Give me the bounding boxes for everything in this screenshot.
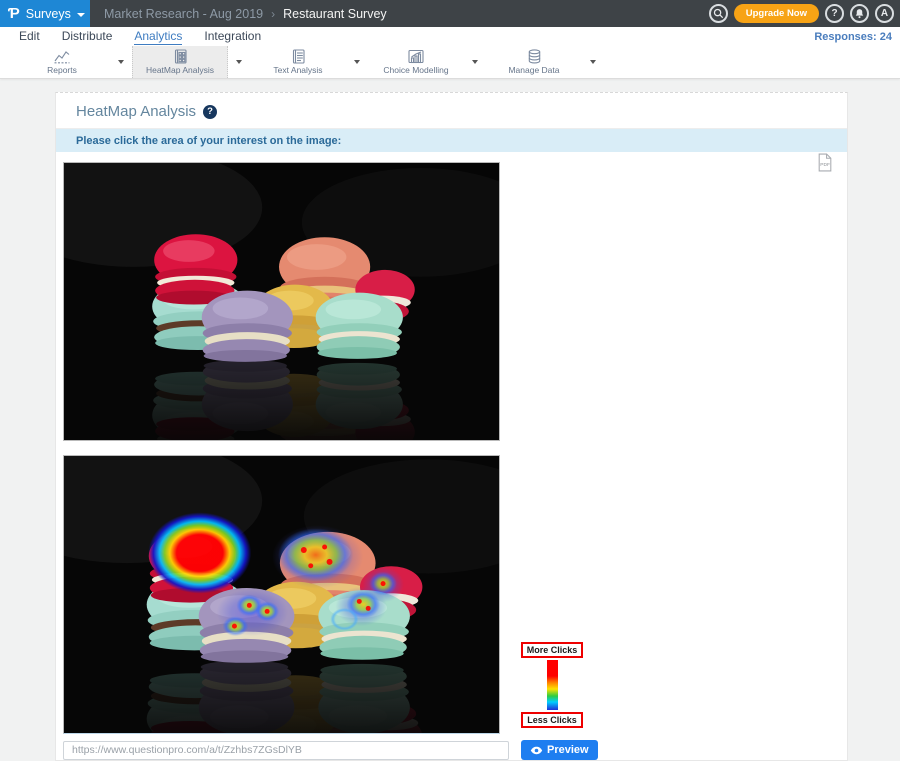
notifications-button[interactable] [850,4,869,23]
breadcrumb-parent[interactable]: Market Research - Aug 2019 [104,7,263,21]
search-button[interactable] [709,4,728,23]
line-chart-icon [53,49,71,64]
heat-point [278,528,353,581]
toolbar-label: Reports [47,65,77,75]
page-background: HeatMap Analysis ? Please click the area… [0,79,900,761]
heat-point [148,512,251,593]
legend-less-clicks: Less Clicks [521,712,583,728]
heat-point [301,547,307,553]
toolbar-item-heatmap-analysis[interactable]: HeatMap Analysis [132,46,228,78]
heat-point [265,609,270,614]
account-button[interactable]: A [875,4,894,23]
tab-distribute[interactable]: Distribute [62,29,113,44]
heat-point [381,581,386,586]
survey-menu-bar: Edit Distribute Analytics Integration Re… [0,27,900,46]
page-title: HeatMap Analysis [76,103,196,120]
share-url-input[interactable] [63,741,509,760]
heatmap-doc-icon [172,49,189,64]
text-analysis-dropdown-caret[interactable] [346,46,368,78]
breadcrumb-separator-icon: › [271,7,275,21]
legend-gradient-bar [547,660,558,710]
choice-modelling-dropdown-caret[interactable] [464,46,486,78]
topbar-actions: Upgrade Now ? A [709,0,894,27]
heat-point [322,545,327,550]
heatmap-dropdown-caret[interactable] [228,46,250,78]
toolbar-label: Text Analysis [273,65,322,75]
toolbar-label: HeatMap Analysis [146,65,214,75]
choice-chart-icon [407,49,425,64]
macarons-image[interactable] [63,162,500,441]
toolbar-label: Choice Modelling [383,65,448,75]
toolbar-item-reports[interactable]: Reports [14,46,110,78]
macarons-heatmap-image[interactable] [63,455,500,734]
help-button[interactable]: ? [825,4,844,23]
preview-button[interactable]: Preview [521,740,598,760]
heat-point [327,559,333,565]
eye-icon [530,746,543,755]
surveys-menu[interactable]: Ƥ Surveys [0,0,90,27]
toolbar-item-manage-data[interactable]: Manage Data [486,46,582,78]
heat-point [357,599,362,604]
heatmap-legend: More Clicks Less Clicks [522,642,582,728]
search-icon [713,8,724,19]
tab-edit[interactable]: Edit [19,29,40,44]
reports-dropdown-caret[interactable] [110,46,132,78]
tab-analytics[interactable]: Analytics [134,29,182,45]
toolbar-item-choice-modelling[interactable]: Choice Modelling [368,46,464,78]
heat-point [330,607,360,631]
breadcrumb: Market Research - Aug 2019 › Restaurant … [104,7,387,21]
heat-point [366,606,371,611]
share-row: Preview [63,740,847,760]
breadcrumb-current: Restaurant Survey [283,7,387,21]
toolbar-item-text-analysis[interactable]: Text Analysis [250,46,346,78]
top-bar: Ƥ Surveys Market Research - Aug 2019 › R… [0,0,900,27]
legend-more-clicks: More Clicks [521,642,584,658]
heat-point [308,563,313,568]
question-mark-icon: ? [831,8,837,19]
product-label: Surveys [26,7,71,21]
responses-count[interactable]: Responses: 24 [814,31,892,43]
heat-point [247,603,252,608]
questionpro-logo-icon: Ƥ [8,6,20,21]
notice-bar: Please click the area of your interest o… [56,129,847,152]
tab-integration[interactable]: Integration [204,29,261,44]
panel-header: HeatMap Analysis ? [56,93,847,129]
text-doc-icon [290,49,307,64]
upgrade-now-button[interactable]: Upgrade Now [734,4,819,23]
analytics-toolbar: Reports HeatMap Analysis Text Analysi [0,46,900,79]
avatar: A [881,8,888,19]
manage-data-dropdown-caret[interactable] [582,46,604,78]
preview-label: Preview [547,744,589,756]
panel-help-icon[interactable]: ? [203,105,217,119]
toolbar-label: Manage Data [508,65,559,75]
notice-text: Please click the area of your interest o… [76,135,341,147]
heatmap-analysis-panel: HeatMap Analysis ? Please click the area… [55,92,848,761]
heat-point [232,624,237,629]
bell-icon [854,8,865,19]
panel-content: Preview [56,152,847,760]
database-icon [526,49,543,64]
chevron-down-icon [77,13,85,17]
